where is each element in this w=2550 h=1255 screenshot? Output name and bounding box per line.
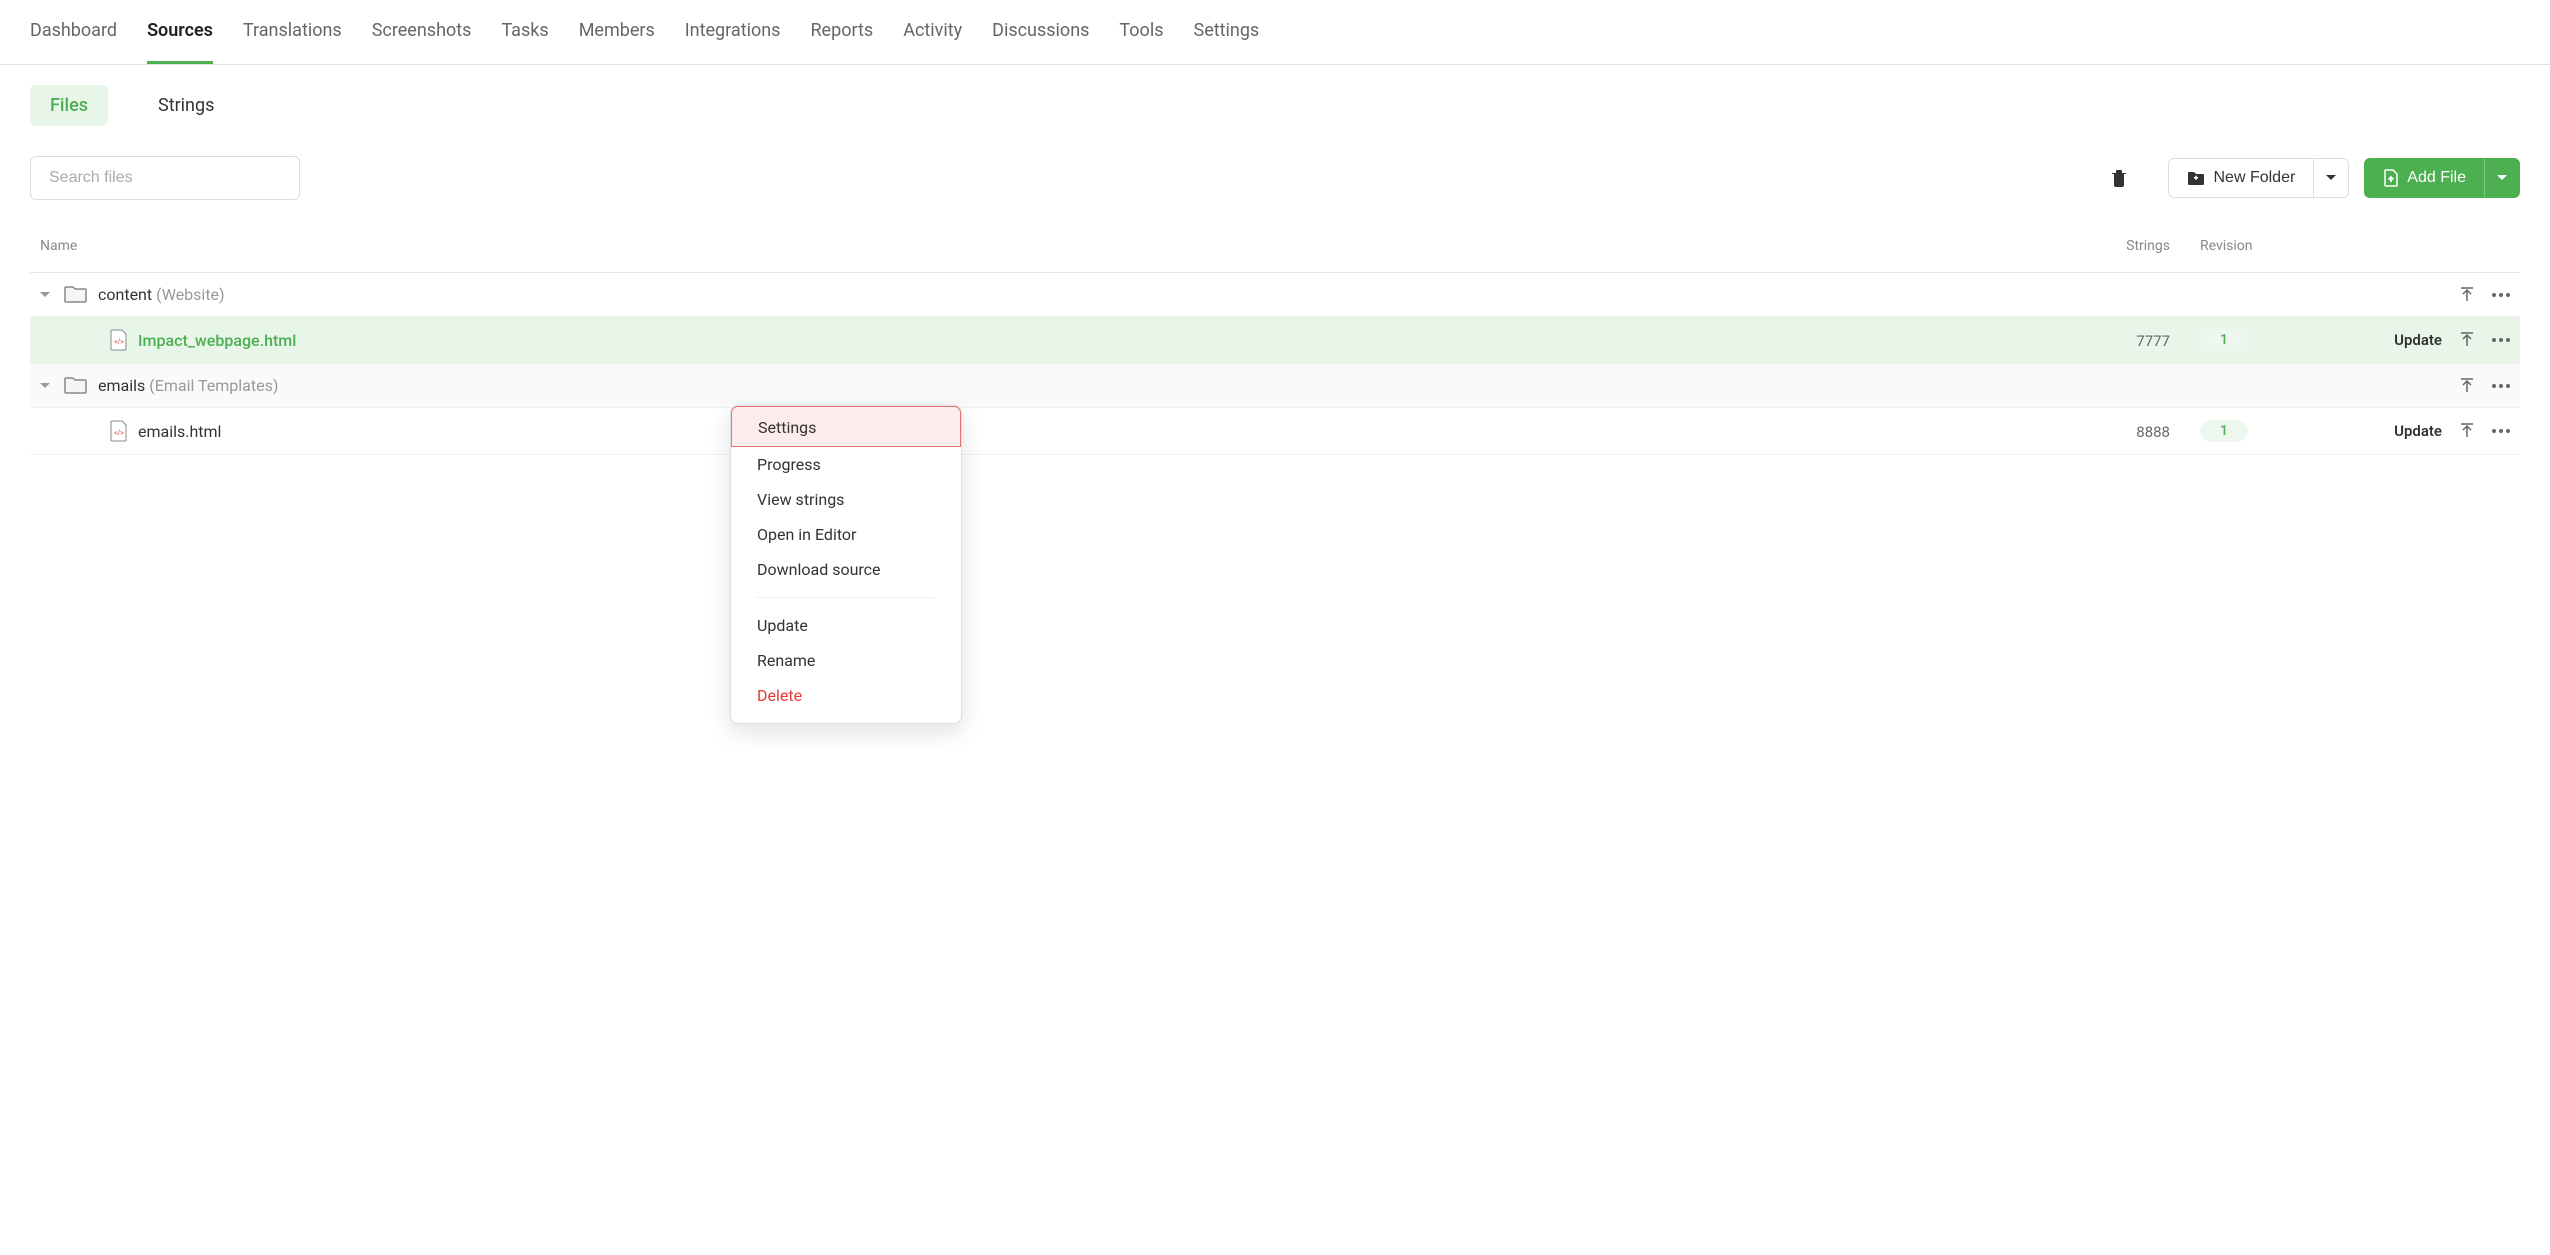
file-name[interactable]: emails.html xyxy=(138,422,221,441)
html-file-icon: </> xyxy=(110,329,128,351)
add-file-group: Add File xyxy=(2364,158,2520,198)
nav-tools[interactable]: Tools xyxy=(1119,0,1163,64)
nav-activity[interactable]: Activity xyxy=(903,0,962,64)
svg-text:</>: </> xyxy=(114,338,124,346)
search-input[interactable] xyxy=(30,156,300,200)
more-icon[interactable] xyxy=(2492,429,2510,433)
table-row[interactable]: </> emails.html 8888 1 Update xyxy=(30,408,2520,455)
nav-tasks[interactable]: Tasks xyxy=(501,0,548,64)
nav-reports[interactable]: Reports xyxy=(810,0,873,64)
new-folder-dropdown[interactable] xyxy=(2313,158,2349,198)
tab-strings[interactable]: Strings xyxy=(138,85,234,126)
toolbar: New Folder Add File xyxy=(0,126,2550,220)
header-strings: Strings xyxy=(2100,238,2200,254)
folder-plus-icon xyxy=(2187,171,2205,186)
html-file-icon: </> xyxy=(110,420,128,442)
table-header: Name Strings Revision xyxy=(30,220,2520,273)
nav-sources[interactable]: Sources xyxy=(147,0,213,64)
tab-files[interactable]: Files xyxy=(30,85,108,126)
menu-view-strings[interactable]: View strings xyxy=(731,482,961,517)
folder-description: (Website) xyxy=(156,285,224,304)
update-button[interactable]: Update xyxy=(2394,331,2442,349)
more-icon[interactable] xyxy=(2492,293,2510,297)
menu-settings[interactable]: Settings xyxy=(731,406,961,447)
table-row[interactable]: content (Website) xyxy=(30,273,2520,317)
new-folder-group: New Folder xyxy=(2168,158,2349,198)
folder-name: content xyxy=(98,285,152,304)
revision-badge[interactable]: 1 xyxy=(2200,420,2248,442)
add-file-dropdown[interactable] xyxy=(2484,158,2520,198)
new-folder-button[interactable]: New Folder xyxy=(2168,158,2313,198)
upload-icon[interactable] xyxy=(2460,332,2474,348)
menu-delete[interactable]: Delete xyxy=(731,678,961,713)
menu-rename[interactable]: Rename xyxy=(731,643,961,678)
chevron-down-icon xyxy=(2326,175,2336,181)
nav-discussions[interactable]: Discussions xyxy=(992,0,1089,64)
collapse-icon[interactable] xyxy=(40,292,56,298)
folder-icon xyxy=(64,285,88,304)
more-icon[interactable] xyxy=(2492,384,2510,388)
header-name: Name xyxy=(40,238,2100,254)
menu-update[interactable]: Update xyxy=(731,608,961,643)
menu-open-editor[interactable]: Open in Editor xyxy=(731,517,961,552)
context-menu: Settings Progress View strings Open in E… xyxy=(730,405,962,724)
nav-screenshots[interactable]: Screenshots xyxy=(372,0,472,64)
header-revision: Revision xyxy=(2200,238,2310,254)
table-row[interactable]: </> Impact_webpage.html 7777 1 Update xyxy=(30,317,2520,364)
upload-icon[interactable] xyxy=(2460,423,2474,439)
file-upload-icon xyxy=(2383,169,2399,187)
menu-divider xyxy=(757,597,935,598)
nav-integrations[interactable]: Integrations xyxy=(685,0,781,64)
nav-members[interactable]: Members xyxy=(579,0,655,64)
strings-count: 7777 xyxy=(2136,332,2170,350)
revision-badge[interactable]: 1 xyxy=(2200,329,2248,351)
collapse-icon[interactable] xyxy=(40,383,56,389)
table-row[interactable]: emails (Email Templates) xyxy=(30,364,2520,408)
new-folder-label: New Folder xyxy=(2213,169,2295,187)
upload-icon[interactable] xyxy=(2460,287,2474,303)
strings-count: 8888 xyxy=(2136,423,2170,441)
file-table: Name Strings Revision content (Website) xyxy=(0,220,2550,455)
update-button[interactable]: Update xyxy=(2394,422,2442,440)
upload-icon[interactable] xyxy=(2460,378,2474,394)
add-file-button[interactable]: Add File xyxy=(2364,158,2484,198)
add-file-label: Add File xyxy=(2407,169,2466,187)
nav-settings[interactable]: Settings xyxy=(1194,0,1260,64)
menu-download-source[interactable]: Download source xyxy=(731,552,961,587)
folder-description: (Email Templates) xyxy=(149,376,278,395)
svg-text:</>: </> xyxy=(114,429,124,437)
chevron-down-icon xyxy=(2497,175,2507,181)
more-icon[interactable] xyxy=(2492,338,2510,342)
sub-tabs: Files Strings xyxy=(0,65,2550,126)
nav-dashboard[interactable]: Dashboard xyxy=(30,0,117,64)
file-name[interactable]: Impact_webpage.html xyxy=(138,331,296,350)
folder-name: emails xyxy=(98,376,145,395)
nav-translations[interactable]: Translations xyxy=(243,0,342,64)
folder-icon xyxy=(64,376,88,395)
top-nav: Dashboard Sources Translations Screensho… xyxy=(0,0,2550,65)
menu-progress[interactable]: Progress xyxy=(731,447,961,482)
trash-icon[interactable] xyxy=(2103,161,2135,195)
